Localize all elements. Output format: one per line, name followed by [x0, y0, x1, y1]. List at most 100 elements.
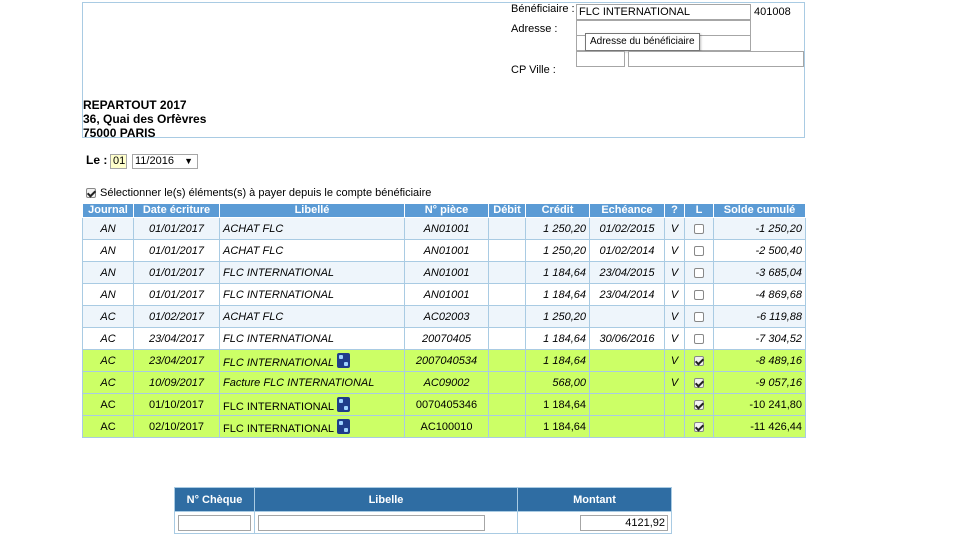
row-select-checkbox[interactable] — [694, 399, 704, 410]
cell-solde: -9 057,16 — [713, 371, 806, 394]
col-journal[interactable]: Journal — [82, 203, 134, 218]
cell-journal: AC — [82, 371, 134, 394]
cp-ville-label: CP Ville : — [511, 64, 556, 76]
cell-journal: AN — [82, 217, 134, 240]
col-libelle[interactable]: Libellé — [219, 203, 405, 218]
cell-credit: 568,00 — [525, 371, 590, 394]
cell-solde: -8 489,16 — [713, 349, 806, 372]
cell-echeance: 01/02/2014 — [589, 239, 665, 262]
table-row[interactable]: AN 01/01/2017 ACHAT FLC AN01001 1 250,20… — [82, 217, 806, 240]
cell-question: V — [664, 371, 685, 394]
row-select-checkbox[interactable] — [694, 421, 704, 432]
row-select-checkbox[interactable] — [694, 245, 704, 256]
cell-date: 01/10/2017 — [133, 393, 220, 416]
cheque-header-row: N° Chèque Libelle Montant — [174, 487, 672, 512]
cell-journal: AC — [82, 349, 134, 372]
col-echeance[interactable]: Echéance — [589, 203, 665, 218]
table-row[interactable]: AN 01/01/2017 FLC INTERNATIONAL AN01001 … — [82, 283, 806, 306]
day-input[interactable]: 01 — [110, 154, 127, 169]
row-select-checkbox[interactable] — [694, 289, 704, 300]
cell-debit — [488, 283, 526, 306]
col-solde[interactable]: Solde cumulé — [713, 203, 806, 218]
cell-credit: 1 250,20 — [525, 305, 590, 328]
cell-solde: -1 250,20 — [713, 217, 806, 240]
cell-debit — [488, 305, 526, 328]
recipient-company: REPARTOUT 2017 — [83, 98, 187, 112]
beneficiary-panel: REPARTOUT 2017 36, Quai des Orfèvres 750… — [82, 2, 805, 140]
cell-credit: 1 184,64 — [525, 415, 590, 438]
month-select[interactable]: 11/2016 ▼ — [132, 154, 198, 169]
document-link-icon[interactable] — [337, 418, 351, 434]
cell-libelle: FLC INTERNATIONAL — [219, 415, 405, 438]
table-row[interactable]: AC 23/04/2017 FLC INTERNATIONAL 20070405… — [82, 327, 806, 350]
beneficiary-name-field[interactable]: FLC INTERNATIONAL — [576, 4, 751, 20]
col-credit[interactable]: Crédit — [525, 203, 590, 218]
cell-solde: -2 500,40 — [713, 239, 806, 262]
cell-piece: AN01001 — [404, 283, 489, 306]
cell-credit: 1 250,20 — [525, 239, 590, 262]
row-select-checkbox[interactable] — [694, 355, 704, 366]
col-debit[interactable]: Débit — [488, 203, 526, 218]
cell-date: 01/01/2017 — [133, 283, 220, 306]
cheque-montant-cell: 4121,92 — [517, 511, 672, 534]
table-row-selected[interactable]: AC 10/09/2017 Facture FLC INTERNATIONAL … — [82, 371, 806, 394]
cell-question: V — [664, 349, 685, 372]
libelle-text: FLC INTERNATIONAL — [223, 422, 335, 435]
cell-piece: AC100010 — [404, 415, 489, 438]
cell-date: 02/10/2017 — [133, 415, 220, 438]
cell-echeance — [589, 349, 665, 372]
row-select-checkbox[interactable] — [694, 267, 704, 278]
month-select-value: 11/2016 — [135, 155, 174, 167]
cell-echeance — [589, 371, 665, 394]
cell-journal: AN — [82, 283, 134, 306]
select-from-account-checkbox[interactable] — [86, 188, 96, 198]
document-link-icon[interactable] — [337, 352, 351, 368]
cell-credit: 1 184,64 — [525, 393, 590, 416]
recipient-street: 36, Quai des Orfèvres — [83, 112, 207, 126]
table-row-selected[interactable]: AC 23/04/2017 FLC INTERNATIONAL 20070405… — [82, 349, 806, 372]
cell-question: V — [664, 327, 685, 350]
cell-l — [684, 327, 714, 350]
table-row[interactable]: AN 01/01/2017 ACHAT FLC AN01001 1 250,20… — [82, 239, 806, 262]
cell-piece: AN01001 — [404, 261, 489, 284]
row-select-checkbox[interactable] — [694, 333, 704, 344]
cell-solde: -11 426,44 — [713, 415, 806, 438]
row-select-checkbox[interactable] — [694, 223, 704, 234]
city-field[interactable] — [628, 51, 804, 67]
cheque-libelle-input[interactable] — [258, 514, 485, 531]
cheque-montant-input[interactable]: 4121,92 — [580, 514, 668, 531]
cell-l — [684, 305, 714, 328]
table-row-selected[interactable]: AC 02/10/2017 FLC INTERNATIONAL AC100010… — [82, 415, 806, 438]
cell-l — [684, 415, 714, 438]
cell-debit — [488, 261, 526, 284]
col-date[interactable]: Date écriture — [133, 203, 220, 218]
col-l[interactable]: L — [684, 203, 714, 218]
cell-libelle: FLC INTERNATIONAL — [219, 349, 405, 372]
row-select-checkbox[interactable] — [694, 377, 704, 388]
row-select-checkbox[interactable] — [694, 311, 704, 322]
cell-credit: 1 184,64 — [525, 283, 590, 306]
col-cheque-number: N° Chèque — [174, 487, 255, 512]
col-question[interactable]: ? — [664, 203, 685, 218]
cell-debit — [488, 415, 526, 438]
cell-debit — [488, 371, 526, 394]
table-row-selected[interactable]: AC 01/10/2017 FLC INTERNATIONAL 00704053… — [82, 393, 806, 416]
col-piece[interactable]: N° pièce — [404, 203, 489, 218]
cell-libelle: ACHAT FLC — [219, 239, 405, 262]
cell-l — [684, 283, 714, 306]
postal-code-field[interactable] — [576, 51, 625, 67]
cheque-number-input[interactable] — [178, 514, 251, 531]
cell-question — [664, 415, 685, 438]
table-row[interactable]: AN 01/01/2017 FLC INTERNATIONAL AN01001 … — [82, 261, 806, 284]
recipient-address: REPARTOUT 2017 36, Quai des Orfèvres 750… — [83, 98, 206, 140]
cell-debit — [488, 217, 526, 240]
beneficiary-code: 401008 — [754, 6, 791, 18]
cell-libelle: Facture FLC INTERNATIONAL — [219, 371, 405, 394]
cell-debit — [488, 327, 526, 350]
document-link-icon[interactable] — [337, 396, 351, 412]
cell-piece: 20070405 — [404, 327, 489, 350]
table-row[interactable]: AC 01/02/2017 ACHAT FLC AC02003 1 250,20… — [82, 305, 806, 328]
select-from-account-option[interactable]: Sélectionner le(s) éléments(s) à payer d… — [86, 187, 431, 199]
cell-question: V — [664, 217, 685, 240]
recipient-city: 75000 PARIS — [83, 126, 156, 140]
